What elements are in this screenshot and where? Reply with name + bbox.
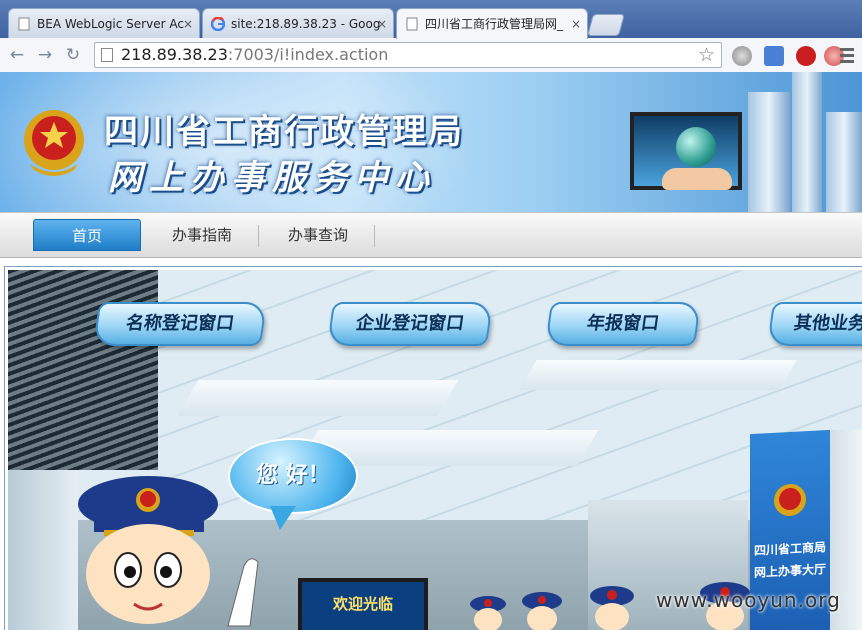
nav-home[interactable]: 首页 <box>33 219 141 251</box>
tab-sichuan-aic[interactable]: 四川省工商行政管理局网_ × <box>396 8 588 39</box>
officer-mascot <box>78 476 259 627</box>
main-nav: 首页 办事指南 办事查询 <box>0 212 862 258</box>
translate-extension-icon[interactable] <box>764 46 784 66</box>
site-title-line2: 网上办事服务中心 <box>108 158 436 198</box>
name-registration-window-button[interactable]: 名称登记窗口 <box>92 302 268 346</box>
menu-icon[interactable] <box>840 48 854 66</box>
nav-divider <box>258 225 259 247</box>
watermark: www.wooyun.org <box>656 588 841 612</box>
building-illustration <box>826 112 862 212</box>
hand-illustration <box>662 168 732 190</box>
hall-sign-line1: 四川省工商局 <box>754 540 827 558</box>
virtual-service-hall: 名称登记窗口 企业登记窗口 年报窗口 其他业务 四川省工商局 网上办事大厅 您 … <box>8 270 862 630</box>
tab-google-search[interactable]: site:218.89.38.23 - Goog × <box>202 8 394 38</box>
close-icon[interactable]: × <box>183 9 193 38</box>
new-tab-button[interactable] <box>587 14 625 36</box>
close-icon[interactable]: × <box>571 9 581 39</box>
ceiling-light <box>519 360 797 390</box>
browser-tab-strip: BEA WebLogic Server Ac × site:218.89.38.… <box>0 0 862 39</box>
other-business-window-button[interactable]: 其他业务 <box>766 302 862 346</box>
forward-arrow-icon[interactable]: → <box>36 46 54 64</box>
url-path: :7003/i!index.action <box>227 45 389 64</box>
bookmark-star-icon[interactable]: ☆ <box>698 44 715 66</box>
adblock-extension-icon[interactable] <box>796 46 816 66</box>
aic-emblem-icon <box>24 110 84 176</box>
tab-label: site:218.89.38.23 - Goog <box>231 17 381 31</box>
officer-figure <box>522 592 562 630</box>
globe-illustration <box>676 127 716 167</box>
site-banner: 四川省工商行政管理局 网上办事服务中心 <box>0 72 862 212</box>
address-bar[interactable]: 218.89.38.23:7003/i!index.action ☆ <box>94 42 722 68</box>
site-title-line1: 四川省工商行政管理局 <box>104 112 464 152</box>
officer-figure <box>590 586 634 630</box>
tab-weblogic[interactable]: BEA WebLogic Server Ac × <box>8 8 200 38</box>
close-icon[interactable]: × <box>377 9 387 38</box>
annual-report-window-button[interactable]: 年报窗口 <box>544 302 702 346</box>
window-blinds <box>8 270 158 470</box>
welcome-screen: 欢迎光临 <box>298 578 428 630</box>
page-icon <box>18 17 30 31</box>
browser-toolbar: ← → ↻ 218.89.38.23:7003/i!index.action ☆ <box>0 38 862 73</box>
nav-divider <box>374 225 375 247</box>
url-host: 218.89.38.23 <box>121 45 228 64</box>
officer-figure <box>470 596 506 630</box>
tab-label: BEA WebLogic Server Ac <box>37 17 184 31</box>
tab-label: 四川省工商行政管理局网_ <box>425 17 564 31</box>
google-icon <box>211 17 225 31</box>
building-illustration <box>748 92 790 212</box>
url-text: 218.89.38.23:7003/i!index.action <box>121 45 388 65</box>
page-icon <box>406 17 418 31</box>
aic-emblem-icon <box>774 483 806 517</box>
nav-query[interactable]: 办事查询 <box>264 219 372 251</box>
reload-icon[interactable]: ↻ <box>64 46 82 64</box>
ceiling-light <box>177 380 459 416</box>
building-illustration <box>792 72 822 212</box>
page-icon <box>101 48 113 62</box>
globe-extension-icon[interactable] <box>732 46 752 66</box>
back-arrow-icon[interactable]: ← <box>8 46 26 64</box>
enterprise-registration-window-button[interactable]: 企业登记窗口 <box>326 302 494 346</box>
hall-sign-line2: 网上办事大厅 <box>754 562 827 580</box>
nav-guide[interactable]: 办事指南 <box>148 219 256 251</box>
